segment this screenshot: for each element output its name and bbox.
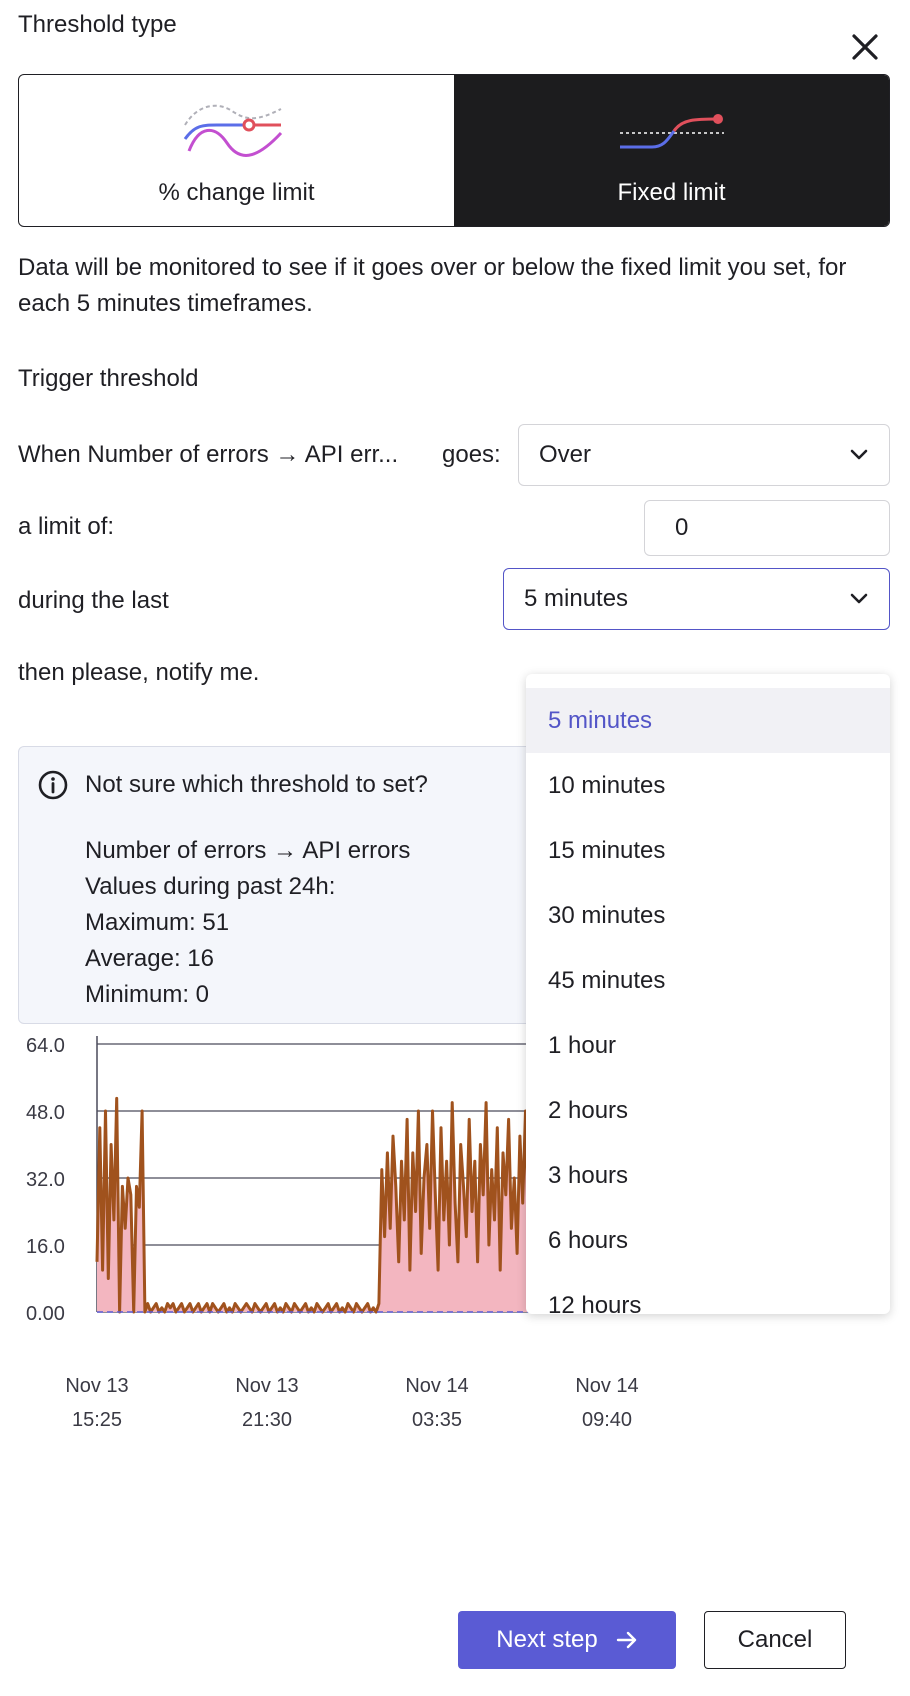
next-step-label: Next step: [496, 1626, 598, 1653]
dropdown-option-30-minutes[interactable]: 30 minutes: [526, 883, 890, 948]
threshold-type-title: Threshold type: [18, 11, 177, 38]
hint-minimum: Minimum: 0: [85, 981, 210, 1008]
x-tick-time: 03:35: [412, 1409, 462, 1431]
timeframe-select-value: 5 minutes: [524, 585, 629, 612]
limit-input[interactable]: 0: [644, 500, 890, 556]
fixed-limit-label: Fixed limit: [617, 179, 726, 206]
y-tick-label: 16.0: [26, 1236, 65, 1258]
y-tick-label: 48.0: [26, 1102, 65, 1124]
x-tick-date: Nov 13: [235, 1375, 298, 1397]
hint-metric-name: Number of errors → API errors: [85, 837, 411, 864]
percent-change-chart-icon: [183, 104, 282, 157]
info-icon: [38, 770, 68, 800]
timeframe-dropdown: 5 minutes 10 minutes 15 minutes 30 minut…: [526, 674, 890, 1314]
timeframe-select[interactable]: 5 minutes: [503, 568, 890, 630]
limit-label: a limit of:: [18, 513, 115, 540]
x-tick-time: 09:40: [582, 1409, 632, 1431]
cancel-button[interactable]: Cancel: [704, 1611, 846, 1669]
direction-select[interactable]: Over: [518, 424, 890, 486]
hint-period: Values during past 24h:: [85, 873, 336, 900]
cancel-label: Cancel: [737, 1626, 813, 1653]
notify-label: then please, notify me.: [18, 659, 260, 686]
dropdown-option-6-hours[interactable]: 6 hours: [526, 1208, 890, 1273]
hint-maximum: Maximum: 51: [85, 909, 230, 936]
trigger-threshold-title: Trigger threshold: [18, 365, 199, 392]
dropdown-option-1-hour[interactable]: 1 hour: [526, 1013, 890, 1078]
y-tick-label: 32.0: [26, 1169, 65, 1191]
x-tick-date: Nov 14: [405, 1375, 468, 1397]
dropdown-option-45-minutes[interactable]: 45 minutes: [526, 948, 890, 1013]
dropdown-option-3-hours[interactable]: 3 hours: [526, 1143, 890, 1208]
direction-select-value: Over: [539, 441, 592, 468]
y-tick-label: 0.00: [26, 1303, 65, 1325]
hint-average: Average: 16: [85, 945, 214, 972]
arrow-right-icon: [616, 1631, 636, 1649]
threshold-type-toggle: % change limit Fixed limit: [18, 74, 890, 227]
dropdown-option-12-hours[interactable]: 12 hours: [526, 1273, 890, 1315]
close-button[interactable]: [844, 26, 886, 68]
when-metric-label: When Number of errors → API err...: [18, 441, 399, 468]
dropdown-option-10-minutes[interactable]: 10 minutes: [526, 753, 890, 818]
x-tick-time: 21:30: [242, 1409, 292, 1431]
option-fixed-limit[interactable]: Fixed limit: [454, 75, 889, 226]
x-tick-date: Nov 13: [65, 1375, 128, 1397]
close-icon: [852, 34, 878, 60]
hint-stats: Number of errors → API errors Values dur…: [85, 833, 410, 1013]
next-step-button[interactable]: Next step: [458, 1611, 676, 1669]
y-tick-label: 64.0: [26, 1036, 65, 1057]
x-tick-time: 15:25: [72, 1409, 122, 1431]
chevron-down-icon: [850, 449, 868, 460]
option-percent-change-limit[interactable]: % change limit: [19, 75, 454, 226]
chevron-down-icon: [850, 593, 868, 604]
dropdown-option-5-minutes[interactable]: 5 minutes: [526, 688, 890, 753]
threshold-description: Data will be monitored to see if it goes…: [18, 254, 847, 317]
dropdown-option-15-minutes[interactable]: 15 minutes: [526, 818, 890, 883]
percent-change-limit-label: % change limit: [158, 179, 315, 206]
hint-title: Not sure which threshold to set?: [85, 771, 428, 798]
goes-label: goes:: [442, 441, 501, 468]
dropdown-option-2-hours[interactable]: 2 hours: [526, 1078, 890, 1143]
during-label: during the last: [18, 587, 169, 614]
fixed-limit-chart-icon: [619, 114, 724, 149]
x-tick-date: Nov 14: [575, 1375, 638, 1397]
